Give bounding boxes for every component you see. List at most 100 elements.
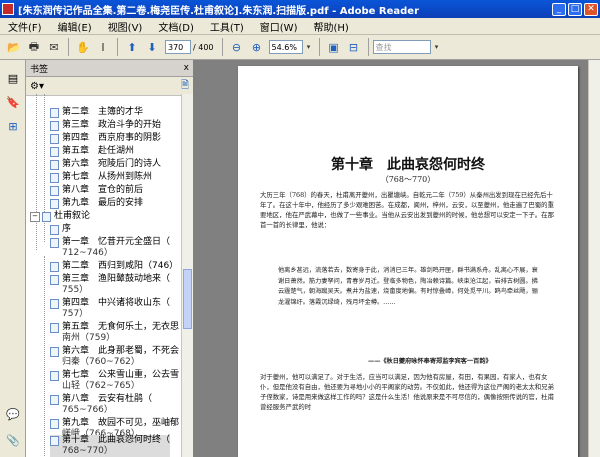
layers-icon[interactable]: ⊞ [5,118,21,134]
search-input[interactable]: 查找 [372,40,431,54]
menu-tools[interactable]: 工具(T) [202,19,252,34]
document-scrollbar[interactable] [588,60,600,457]
bookmarks-panel: 书签 x ⚙▾ 🗎 第二章 主簿的才华 第三章 政治斗争的开始 第四章 西京府事… [26,60,194,457]
document-area: 第十章 此曲哀怨何时终 （768～770） 大历三年（768）的春天，杜甫离开夔… [194,60,600,457]
bookmark-item[interactable]: 第二章 主簿的才华 [50,107,143,118]
maximize-button[interactable]: □ [568,2,582,16]
zoom-level-input[interactable]: 54.6% [268,40,303,54]
bookmark-icon [50,371,59,381]
bookmark-item[interactable]: 第一章 忆昔开元全盛日（ 712~746） [50,237,170,259]
pages-icon[interactable]: ▤ [5,70,21,86]
fit-page-icon[interactable]: ▣ [325,38,343,56]
bookmark-item[interactable]: 第八章 云安有杜鹃（ 765~766） [50,394,152,416]
bookmark-icon [50,299,59,309]
bookmark-item[interactable]: 第七章 从扬州到陈州 [50,172,152,183]
bookmark-icon [50,225,59,235]
window-title: [朱东润传记作品全集.第二卷.梅尧臣传.杜甫叙论].朱东润.扫描版.pdf - … [18,5,420,17]
zoom-out-icon[interactable]: ⊖ [228,38,246,56]
next-page-icon[interactable]: ⬇ [143,38,161,56]
bookmark-item[interactable]: 第五章 无食何乐土，无衣思 南州（759） [50,322,179,344]
new-bookmark-icon[interactable]: 🗎 [181,78,189,95]
title-bar: [朱东润传记作品全集.第二卷.梅尧臣传.杜甫叙论].朱东润.扫描版.pdf - … [0,0,600,18]
menu-window[interactable]: 窗口(W) [252,19,306,34]
toolbar-separator [318,38,320,56]
bookmark-item-selected[interactable]: 第十章 此曲哀怨何时终（ 768~770） [50,435,171,457]
bookmark-item[interactable]: 第五章 赴任湖州 [50,146,134,157]
bookmark-icon [50,262,59,272]
adobe-reader-icon [2,3,14,15]
bookmark-icon [50,238,59,248]
search-dropdown-icon[interactable]: ▾ [432,38,442,56]
bookmark-icon [42,212,51,222]
bookmark-icon [50,395,59,405]
poem-quote: 他离乡甚远，流落若去，数寄身于此，消消已三年。雄剑鸣开匣，群书满系舟。乱离心不展… [278,267,538,306]
zoom-in-icon[interactable]: ⊕ [248,38,266,56]
bookmark-icon [50,108,59,118]
bookmark-item[interactable]: 第六章 宛陵后门的诗人 [50,159,161,170]
bookmark-icon [50,436,59,446]
email-icon[interactable]: ✉ [45,38,63,56]
previous-page-icon[interactable]: ⬆ [123,38,141,56]
menu-file[interactable]: 文件(F) [0,19,50,34]
bookmarks-panel-header: 书签 x [26,60,193,77]
bookmark-item[interactable]: 第三章 政治斗争的开始 [50,120,161,131]
bookmarks-scrollbar[interactable] [181,94,193,457]
toolbar-separator [117,38,118,56]
chapter-years: （768～770） [380,175,436,184]
bookmark-icon [50,186,59,196]
select-text-icon[interactable]: Ⅰ [94,38,112,56]
bookmark-icon [50,147,59,157]
pdf-page: 第十章 此曲哀怨何时终 （768～770） 大历三年（768）的春天，杜甫离开夔… [238,66,578,457]
bookmarks-icon[interactable]: 🔖 [5,94,21,110]
bookmark-item[interactable]: 第四章 中兴诸将收山东（ 757） [50,298,170,320]
open-folder-icon[interactable]: 📂 [5,38,23,56]
bookmark-tree: 第二章 主簿的才华 第三章 政治斗争的开始 第四章 西京府事的阴影 第五章 赴任… [26,94,182,457]
bookmarks-scroll-thumb[interactable] [183,269,192,329]
page-total: / 400 [193,42,214,52]
bookmark-item[interactable]: 第三章 渔阳鼙鼓动地来（ 755） [50,274,170,296]
bookmark-item[interactable]: 第六章 此身那老蜀，不死会 归秦（760~762） [50,346,179,368]
bookmark-item[interactable]: 第四章 西京府事的阴影 [50,133,161,144]
menu-view[interactable]: 视图(V) [100,19,151,34]
close-button[interactable]: ✕ [584,2,598,16]
paragraph-2: 对于夔州，他可以满足了。对于生活，应当可以满足，因为他有房屋，有田，有果园，有家… [260,373,554,411]
toolbar: 📂 🖶 ✉ ✋ Ⅰ ⬆ ⬇ 370 / 400 ⊖ ⊕ 54.6% ▾ ▣ ⊟ … [0,35,600,60]
bookmark-section-du-fu[interactable]: − 杜甫叙论 [30,211,90,222]
bookmark-icon [50,173,59,183]
comments-icon[interactable]: 💬 [5,406,21,422]
panel-close-icon[interactable]: x [184,63,189,73]
paragraph-1: 大历三年（768）的春天，杜甫离开夔州，出瞿塘峡。自乾元二年（759）从秦州出发… [260,191,554,229]
bookmark-item[interactable]: 第九章 最后的安排 [50,198,143,209]
fit-width-icon[interactable]: ⊟ [345,38,363,56]
bookmarks-panel-title: 书签 [30,64,49,75]
bookmark-icon [50,199,59,209]
navigation-strip: ▤ 🔖 ⊞ 💬 📎 [0,60,26,457]
menu-help[interactable]: 帮助(H) [305,19,356,34]
bookmark-item[interactable]: 第八章 宣仓的前后 [50,185,143,196]
menu-bar: 文件(F) 编辑(E) 视图(V) 文档(D) 工具(T) 窗口(W) 帮助(H… [0,18,600,35]
bookmark-icon [50,160,59,170]
attachments-icon[interactable]: 📎 [5,432,21,448]
poem-citation: ——《秋日夔府咏怀奉寄郑监李宾客一百韵》 [368,358,492,365]
chapter-title: 第十章 此曲哀怨何时终 [331,157,485,173]
collapse-toggle-icon[interactable]: − [30,212,40,222]
options-gear-icon[interactable]: ⚙▾ [30,81,44,92]
minimize-button[interactable]: _ [552,2,566,16]
menu-document[interactable]: 文档(D) [150,19,202,34]
menu-edit[interactable]: 编辑(E) [50,19,100,34]
hand-tool-icon[interactable]: ✋ [74,38,92,56]
bookmark-item[interactable]: 第七章 公来雪山重，公去雪 山轻（762~765） [50,370,179,392]
tree-guide-line [44,256,45,456]
print-icon[interactable]: 🖶 [25,38,43,56]
tree-guide-line [36,94,37,250]
toolbar-separator [68,38,69,56]
page-number-input[interactable]: 370 [165,40,191,54]
zoom-dropdown-icon[interactable]: ▾ [304,38,314,56]
bookmark-item[interactable]: 第二章 西归到咸阳（746） [50,261,178,272]
bookmark-icon [50,275,59,285]
bookmark-icon [50,121,59,131]
toolbar-separator [221,38,223,56]
bookmark-icon [50,419,59,429]
toolbar-separator [367,38,369,56]
bookmark-item[interactable]: 序 [50,224,71,235]
